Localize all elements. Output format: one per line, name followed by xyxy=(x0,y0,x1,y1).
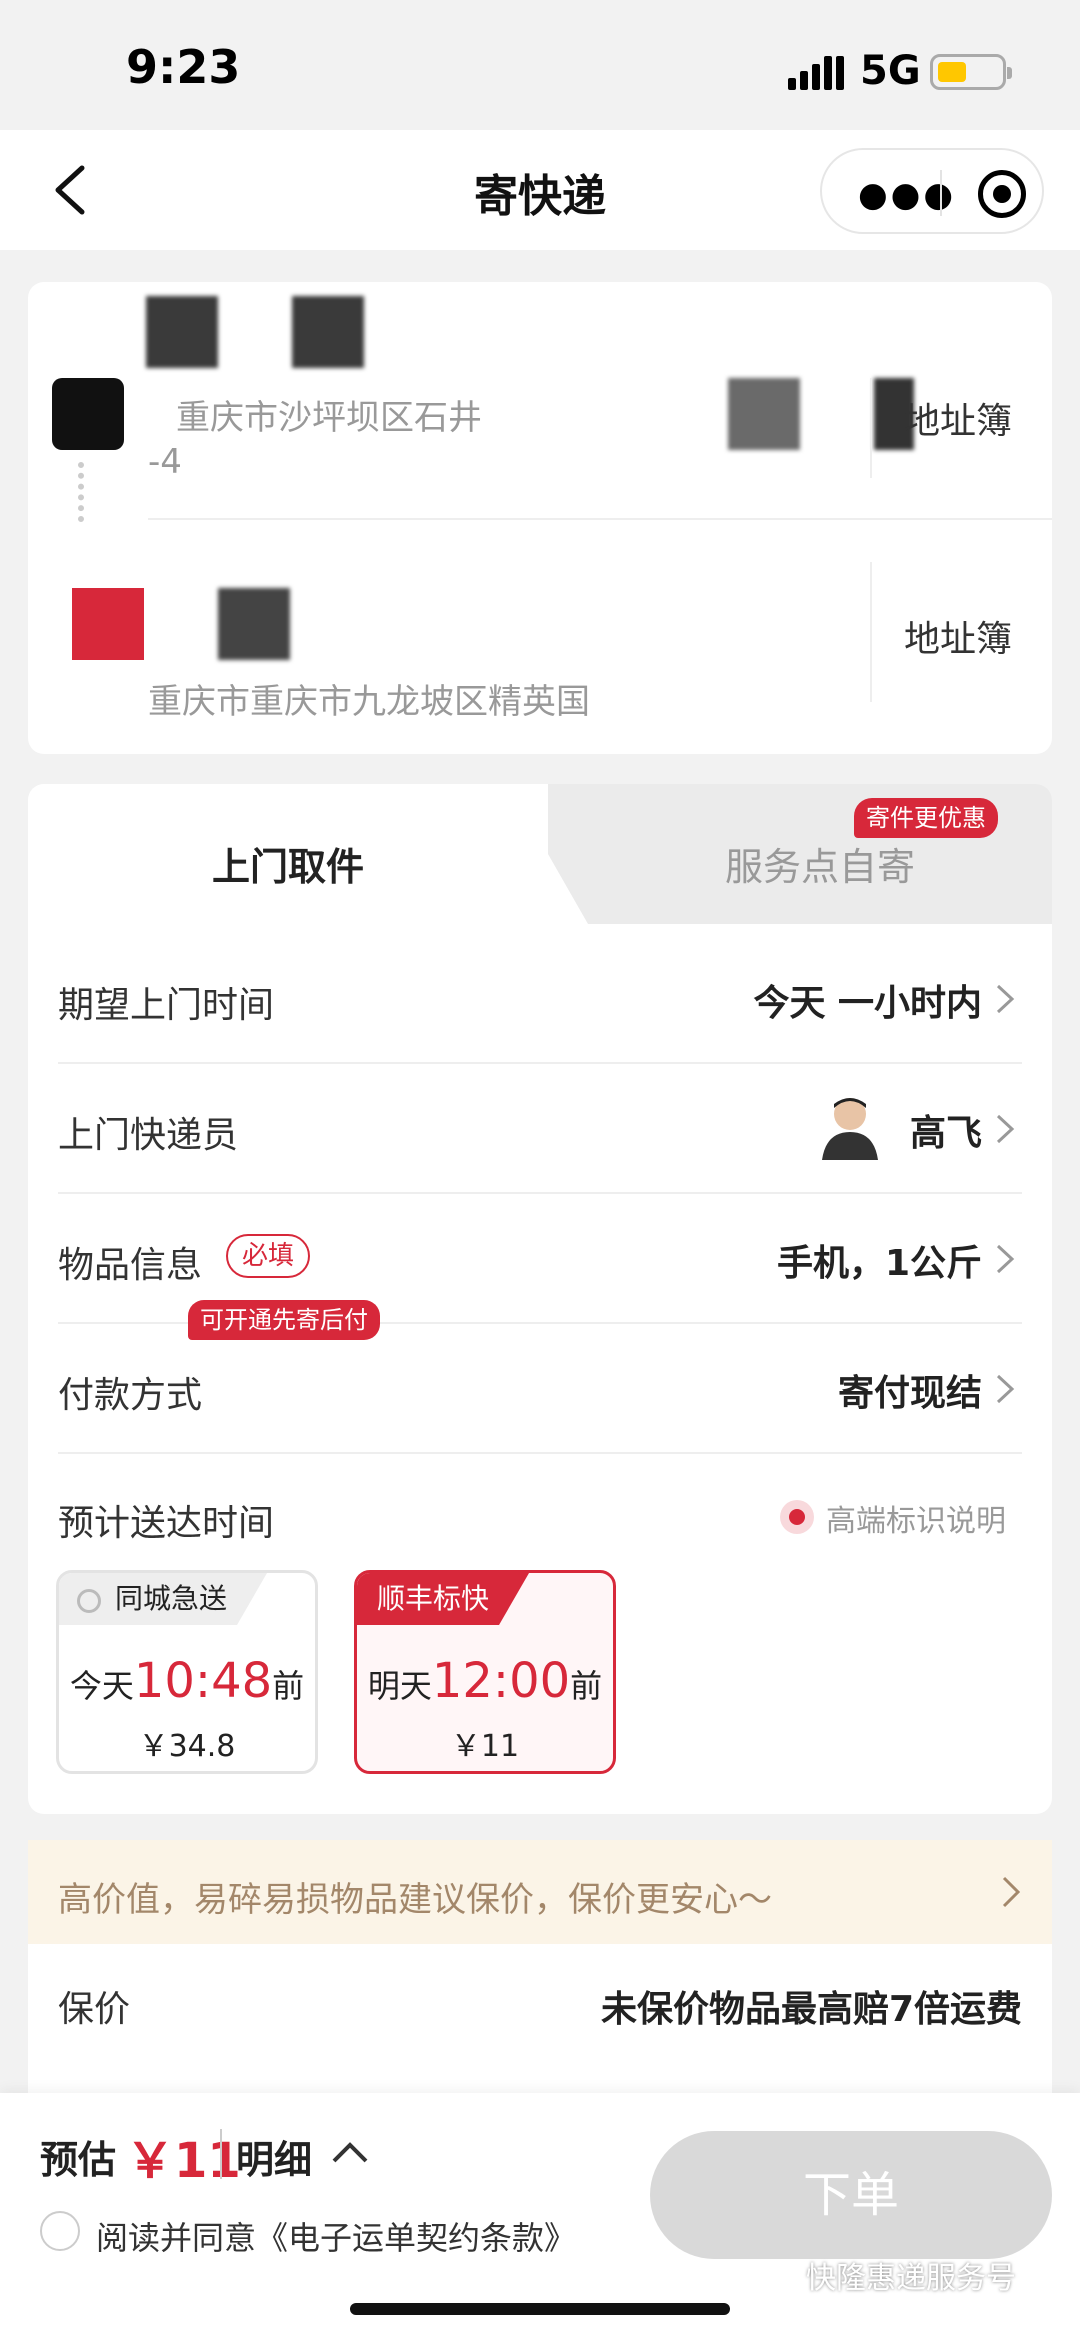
agreement-checkbox[interactable] xyxy=(40,2211,80,2251)
option-tag: 顺丰标快 xyxy=(357,1573,529,1625)
sender-phone-redacted xyxy=(292,296,364,368)
network-label: 5G xyxy=(860,48,921,94)
radio-icon xyxy=(77,1589,101,1613)
option-price: ￥11 xyxy=(450,1729,520,1764)
chevron-up-icon[interactable] xyxy=(330,2137,370,2167)
item-info-value: 手机，1公斤 xyxy=(776,1243,982,1284)
premium-mark-note[interactable]: 高端标识说明 xyxy=(826,1496,1006,1540)
payment-row[interactable]: 可开通先寄后付 付款方式 寄付现结 xyxy=(58,1300,1022,1454)
sender-tag-icon xyxy=(52,378,124,450)
courier-row[interactable]: 上门快递员 高飞 xyxy=(58,1064,1022,1194)
option-same-city-express[interactable]: 同城急送 今天10:48前 ￥34.8 xyxy=(56,1570,318,1774)
estimate-price: ￥11 xyxy=(126,2133,241,2189)
promo-badge: 寄件更优惠 xyxy=(854,798,998,838)
chevron-right-icon xyxy=(996,984,1015,1014)
receiver-name-redacted xyxy=(218,588,290,660)
estimate-label: 预估 xyxy=(40,2138,117,2182)
receiver-tag-icon xyxy=(72,588,144,660)
agreement-text[interactable]: 阅读并同意《电子运单契约条款》 xyxy=(96,2213,576,2259)
courier-avatar xyxy=(822,1098,878,1160)
nav-bar: 寄快递 ●●● xyxy=(0,130,1080,250)
status-time: 9:23 xyxy=(126,40,241,94)
option-eta: 明天12:00前 xyxy=(367,1653,603,1709)
chevron-right-icon xyxy=(1002,1876,1021,1908)
home-indicator xyxy=(350,2303,730,2315)
receiver-address-book-button[interactable]: 地址簿 xyxy=(904,610,1012,662)
pickup-time-row[interactable]: 期望上门时间 今天 一小时内 xyxy=(58,934,1022,1064)
option-sf-standard[interactable]: 顺丰标快 明天12:00前 ￥11 xyxy=(354,1570,616,1774)
option-price: ￥34.8 xyxy=(138,1729,236,1764)
sender-name-redacted xyxy=(146,296,218,368)
signal-icon xyxy=(788,56,844,90)
insurance-label: 保价 xyxy=(58,1989,131,2030)
watermark: 快隆惠递服务号 xyxy=(806,2261,1016,2296)
sender-address: 重庆市沙坪坝区石井 xyxy=(176,398,482,438)
sender-address-book-button[interactable]: 地址簿 xyxy=(904,392,1012,444)
chevron-right-icon xyxy=(996,1244,1015,1274)
eta-label: 预计送达时间 xyxy=(58,1503,275,1544)
pickup-time-label: 期望上门时间 xyxy=(58,985,275,1026)
chevron-right-icon xyxy=(996,1374,1015,1404)
service-card: 上门取件 服务点自寄 寄件更优惠 期望上门时间 今天 一小时内 上门快递员 高飞… xyxy=(28,784,1052,1814)
mini-program-capsule: ●●● xyxy=(820,148,1044,234)
insurance-banner-text: 高价值，易碎易损物品建议保价，保价更安心～ xyxy=(58,1880,772,1920)
bottom-bar: 预估 ￥11 明细 阅读并同意《电子运单契约条款》 下单 快隆惠递服务号 xyxy=(0,2093,1080,2337)
insurance-value: 未保价物品最高赔7倍运费 xyxy=(600,1989,1022,2030)
address-card: 重庆市沙坪坝区石井 -4 地址簿 重庆市重庆市九龙坡区精英国 地址簿 xyxy=(28,282,1052,754)
sender-row[interactable]: 重庆市沙坪坝区石井 -4 地址簿 xyxy=(28,282,1052,522)
connector-dots xyxy=(78,462,84,522)
redacted-block xyxy=(728,378,800,450)
tab-self-send-label[interactable]: 服务点自寄 xyxy=(588,836,1052,891)
courier-name: 高飞 xyxy=(909,1113,982,1154)
tab-door-pickup-label[interactable]: 上门取件 xyxy=(28,836,548,891)
courier-label: 上门快递员 xyxy=(58,1115,239,1156)
receiver-address: 重庆市重庆市九龙坡区精英国 xyxy=(148,682,590,722)
detail-button[interactable]: 明细 xyxy=(236,2129,312,2184)
sender-address-detail: -4 xyxy=(148,442,182,482)
required-tag: 必填 xyxy=(226,1234,311,1278)
payment-label: 付款方式 xyxy=(58,1375,203,1416)
pickup-time-value: 今天 一小时内 xyxy=(753,983,982,1024)
item-info-label: 物品信息 xyxy=(58,1245,203,1286)
receiver-row[interactable]: 重庆市重庆市九龙坡区精英国 地址簿 xyxy=(28,520,1052,754)
chevron-right-icon xyxy=(996,1114,1015,1144)
premium-mark-icon xyxy=(780,1500,814,1534)
submit-order-button[interactable]: 下单 xyxy=(650,2131,1052,2259)
option-eta: 今天10:48前 xyxy=(69,1653,305,1709)
battery-icon xyxy=(930,54,1012,90)
pay-later-badge: 可开通先寄后付 xyxy=(188,1300,380,1340)
insurance-banner[interactable]: 高价值，易碎易损物品建议保价，保价更安心～ xyxy=(28,1840,1052,1944)
close-target-icon[interactable] xyxy=(978,170,1026,218)
payment-value: 寄付现结 xyxy=(837,1373,982,1414)
